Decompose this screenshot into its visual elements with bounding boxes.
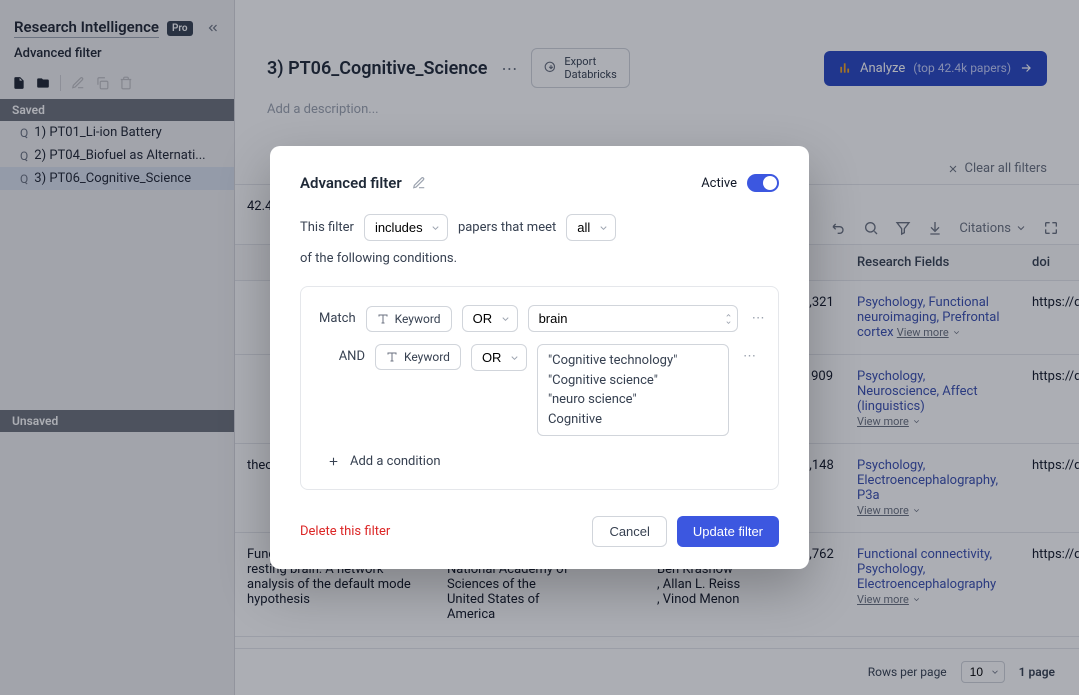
- condition-multivalue-input[interactable]: "Cognitive technology" "Cognitive scienc…: [537, 344, 729, 436]
- update-filter-button[interactable]: Update filter: [677, 516, 779, 547]
- active-toggle[interactable]: [747, 174, 779, 192]
- condition-label: Match: [319, 311, 356, 326]
- row-actions-icon[interactable]: ⋯: [748, 311, 769, 326]
- edit-title-icon[interactable]: [412, 176, 426, 191]
- cancel-button[interactable]: Cancel: [592, 516, 666, 547]
- all-any-select[interactable]: all: [566, 214, 616, 241]
- condition-label: AND: [319, 344, 365, 364]
- modal-title: Advanced filter: [300, 174, 402, 192]
- field-type-select[interactable]: Keyword: [375, 344, 461, 370]
- add-condition-button[interactable]: Add a condition: [327, 454, 760, 469]
- includes-select[interactable]: includes: [364, 214, 448, 241]
- delete-filter-link[interactable]: Delete this filter: [300, 524, 390, 539]
- operator-select[interactable]: OR: [471, 344, 527, 371]
- field-type-select[interactable]: Keyword: [366, 306, 452, 332]
- condition-value-input[interactable]: [528, 305, 738, 332]
- conditions-container: Match Keyword OR ⋯: [300, 286, 779, 490]
- active-label: Active: [701, 176, 737, 191]
- operator-select[interactable]: OR: [462, 305, 518, 332]
- stepper-icon[interactable]: [724, 312, 733, 326]
- advanced-filter-modal: Advanced filter Active This filter inclu…: [270, 146, 809, 569]
- row-actions-icon[interactable]: ⋯: [739, 344, 760, 364]
